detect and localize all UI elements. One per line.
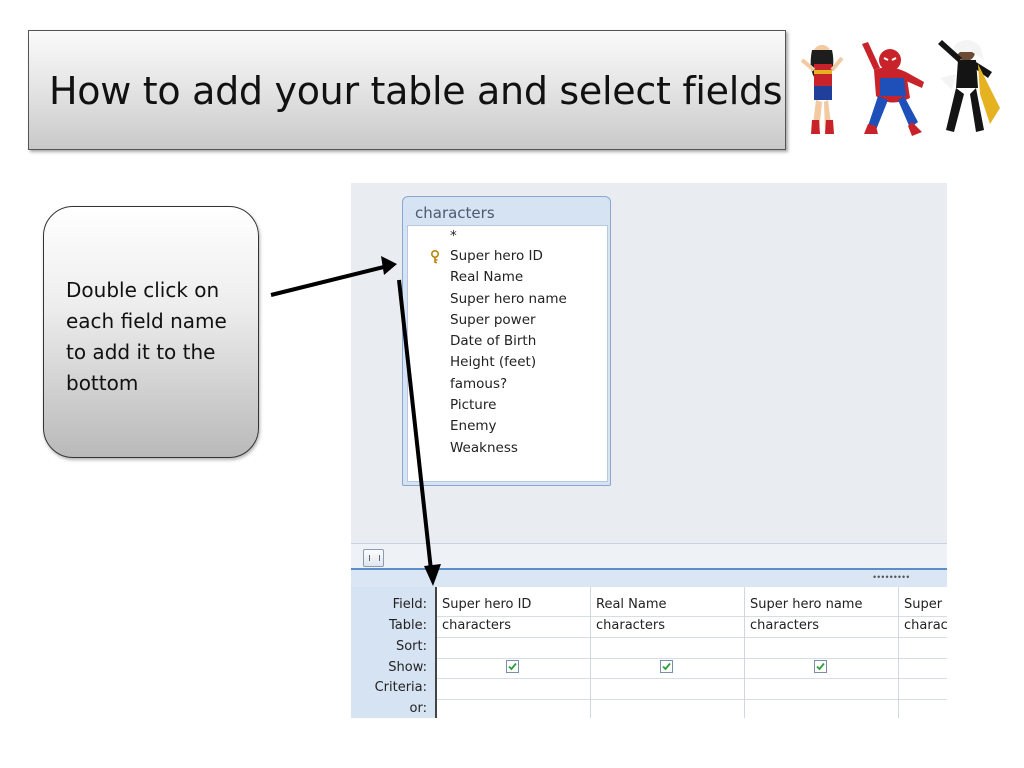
key-icon bbox=[431, 250, 439, 264]
grid-table-cell[interactable]: characters bbox=[750, 618, 895, 633]
row-label-or: or: bbox=[409, 701, 427, 716]
field-list[interactable]: * Super hero ID Real Name Super hero nam… bbox=[407, 225, 608, 482]
grid-field-cell[interactable]: Super bbox=[904, 597, 947, 612]
show-checkbox[interactable] bbox=[814, 660, 827, 673]
field-item-famous[interactable]: famous? bbox=[450, 376, 507, 392]
grid-field-cell[interactable]: Super hero name bbox=[750, 597, 895, 612]
query-design-grid[interactable]: Super hero ID characters Real Name chara… bbox=[435, 587, 947, 718]
checkbox-checked-icon bbox=[508, 662, 517, 671]
grid-field-cell[interactable]: Super hero ID bbox=[442, 597, 587, 612]
slide-title: How to add your table and select fields bbox=[49, 69, 783, 113]
field-item-super-power[interactable]: Super power bbox=[450, 312, 536, 328]
show-checkbox[interactable] bbox=[660, 660, 673, 673]
show-checkbox[interactable] bbox=[506, 660, 519, 673]
row-label-criteria: Criteria: bbox=[374, 680, 427, 695]
superhero-images bbox=[790, 36, 1002, 136]
table-window-title: characters bbox=[415, 204, 495, 222]
grid-resize-bar[interactable]: ••••••••• bbox=[351, 568, 947, 588]
field-item-all[interactable]: * bbox=[450, 228, 457, 244]
design-grid-row-labels: Field: Table: Sort: Show: Criteria: or: bbox=[351, 587, 435, 718]
hero-figure-1 bbox=[800, 45, 844, 134]
resize-dots-icon: ••••••••• bbox=[873, 572, 911, 582]
field-item-real-name[interactable]: Real Name bbox=[450, 269, 523, 285]
field-item-enemy[interactable]: Enemy bbox=[450, 418, 497, 434]
scroll-grip-icon bbox=[369, 555, 380, 561]
grid-field-cell[interactable]: Real Name bbox=[596, 597, 741, 612]
row-label-field: Field: bbox=[392, 597, 427, 612]
instruction-callout: Double click on each field name to add i… bbox=[43, 206, 259, 458]
field-item-super-hero-id[interactable]: Super hero ID bbox=[450, 248, 543, 264]
row-label-show: Show: bbox=[388, 660, 427, 675]
grid-table-cell[interactable]: charac bbox=[904, 618, 947, 633]
field-item-weakness[interactable]: Weakness bbox=[450, 440, 518, 456]
field-item-height[interactable]: Height (feet) bbox=[450, 354, 536, 370]
horizontal-scroll-button[interactable] bbox=[363, 549, 384, 567]
row-label-sort: Sort: bbox=[395, 639, 427, 654]
field-item-picture[interactable]: Picture bbox=[450, 397, 496, 413]
row-label-table: Table: bbox=[389, 618, 427, 633]
hero-figure-3 bbox=[938, 40, 1000, 132]
table-window-characters[interactable]: characters * Super hero ID Real Name Sup… bbox=[402, 196, 611, 486]
checkbox-checked-icon bbox=[662, 662, 671, 671]
hero-figure-2 bbox=[862, 42, 924, 136]
callout-text: Double click on each field name to add i… bbox=[66, 278, 227, 395]
grid-table-cell[interactable]: characters bbox=[442, 618, 587, 633]
grid-table-cell[interactable]: characters bbox=[596, 618, 741, 633]
field-item-super-hero-name[interactable]: Super hero name bbox=[450, 291, 567, 307]
slide-title-box: How to add your table and select fields bbox=[28, 30, 786, 150]
field-item-date-of-birth[interactable]: Date of Birth bbox=[450, 333, 536, 349]
query-design-screenshot: characters * Super hero ID Real Name Sup… bbox=[351, 183, 947, 718]
checkbox-checked-icon bbox=[816, 662, 825, 671]
